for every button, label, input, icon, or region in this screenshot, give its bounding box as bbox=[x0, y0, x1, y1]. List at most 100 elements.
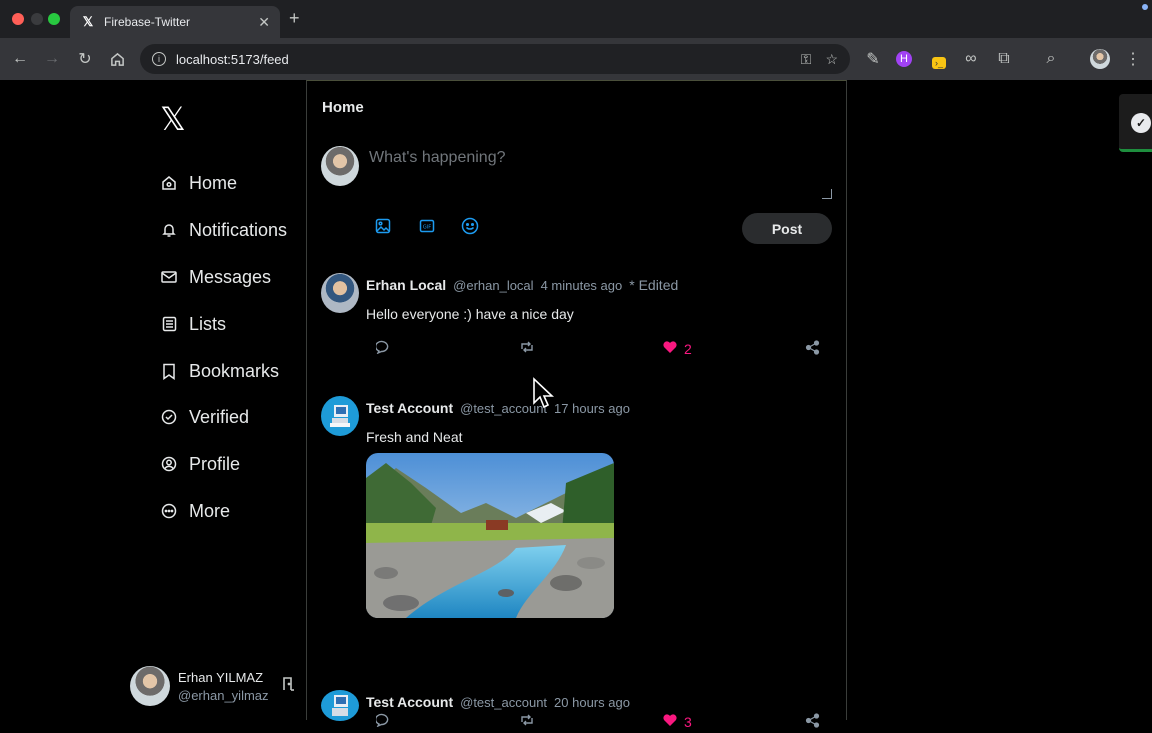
retweet-icon[interactable] bbox=[519, 713, 535, 727]
tweet-image[interactable] bbox=[366, 453, 614, 618]
tweet-header: Test Account @test_account 20 hours ago bbox=[366, 694, 637, 710]
home-icon bbox=[160, 174, 178, 192]
sidebar-item-label: More bbox=[189, 500, 231, 521]
like-button[interactable]: 3 bbox=[662, 713, 692, 730]
tweet-time: 20 hours ago bbox=[554, 695, 630, 710]
browser-tab[interactable]: 𝕏 Firebase-Twitter ✕ bbox=[70, 6, 280, 38]
sidebar-item-profile[interactable]: Profile bbox=[160, 449, 240, 479]
password-key-icon[interactable]: ⚿ bbox=[801, 51, 812, 68]
browser-menu-icon[interactable]: ⋮ bbox=[1122, 48, 1144, 70]
sidebar-item-more[interactable]: More bbox=[160, 496, 230, 526]
sidebar-item-label: Home bbox=[189, 172, 238, 193]
tweet-author-name[interactable]: Erhan Local bbox=[366, 277, 446, 293]
post-button[interactable]: Post bbox=[742, 213, 832, 244]
page-title: Home bbox=[322, 99, 364, 116]
list-icon bbox=[160, 315, 178, 333]
mail-icon bbox=[160, 268, 178, 286]
tweet-text: Fresh and Neat bbox=[366, 429, 463, 445]
avatar bbox=[321, 396, 359, 436]
browser-profile-avatar[interactable] bbox=[1090, 49, 1110, 69]
svg-text:GIF: GIF bbox=[423, 225, 431, 231]
reload-icon[interactable]: ↻ bbox=[74, 48, 96, 70]
like-count: 2 bbox=[684, 340, 692, 357]
avatar bbox=[321, 146, 359, 186]
extension-side-widget[interactable]: ✓ bbox=[1119, 94, 1152, 152]
tab-title: Firebase-Twitter bbox=[104, 15, 191, 29]
tweet-author-handle[interactable]: @test_account bbox=[460, 695, 547, 710]
avatar bbox=[130, 666, 170, 706]
reply-icon[interactable] bbox=[376, 713, 392, 727]
extension-purple-icon[interactable]: H bbox=[896, 51, 912, 67]
logout-icon[interactable] bbox=[281, 676, 297, 697]
tweet-header: Test Account @test_account 17 hours ago bbox=[366, 400, 637, 416]
sidebar-item-label: Messages bbox=[189, 266, 272, 287]
browser-tab-bar: 𝕏 Firebase-Twitter ✕ + bbox=[0, 0, 1152, 38]
window-maximize-button[interactable] bbox=[48, 13, 60, 25]
extension-glasses-icon[interactable]: ∞ bbox=[960, 48, 982, 70]
window-minimize-button[interactable] bbox=[31, 13, 43, 25]
retweet-icon[interactable] bbox=[519, 340, 535, 354]
profile-icon bbox=[160, 455, 178, 473]
image-icon[interactable] bbox=[374, 217, 392, 235]
profile-indicator-dot bbox=[1142, 4, 1148, 10]
tweet-header: Erhan Local @erhan_local 4 minutes ago *… bbox=[366, 277, 678, 293]
like-count: 3 bbox=[684, 713, 692, 730]
sidebar-item-label: Verified bbox=[189, 406, 250, 427]
avatar bbox=[321, 273, 359, 313]
emoji-icon[interactable] bbox=[461, 217, 479, 235]
more-icon bbox=[160, 502, 178, 520]
tab-search-icon[interactable]: ⌕ bbox=[1040, 48, 1062, 70]
tweet-author-handle[interactable]: @erhan_local bbox=[453, 278, 533, 293]
sidebar-item-messages[interactable]: Messages bbox=[160, 262, 271, 292]
sidebar-item-lists[interactable]: Lists bbox=[160, 309, 226, 339]
forward-icon[interactable]: → bbox=[41, 48, 63, 70]
address-url: localhost:5173/feed bbox=[176, 51, 289, 67]
check-icon: ✓ bbox=[1131, 113, 1151, 133]
tweet-time: 4 minutes ago bbox=[540, 278, 623, 293]
textarea-resize-handle[interactable] bbox=[822, 189, 832, 199]
browser-toolbar: ← → ↻ i localhost:5173/feed ⚿ ☆ ✎ H ›_ ∞… bbox=[0, 38, 1152, 80]
home-browser-icon[interactable] bbox=[106, 48, 128, 70]
tab-close-icon[interactable]: ✕ bbox=[258, 14, 270, 31]
extension-yellow-icon[interactable]: ›_ bbox=[928, 52, 950, 74]
tweet-author-name[interactable]: Test Account bbox=[366, 694, 453, 710]
tweet-edited-label: * Edited bbox=[629, 277, 679, 293]
current-user-card[interactable]: Erhan YILMAZ @erhan_yilmaz bbox=[130, 665, 305, 707]
compose-input[interactable]: What's happening? bbox=[369, 149, 833, 201]
heart-icon bbox=[662, 340, 678, 357]
bookmark-icon bbox=[160, 362, 178, 380]
verified-icon bbox=[160, 408, 178, 426]
tweet-actions: 2 bbox=[366, 340, 828, 360]
share-icon[interactable] bbox=[805, 340, 820, 355]
extensions-puzzle-icon[interactable]: ⧉ bbox=[993, 48, 1015, 70]
avatar bbox=[321, 690, 359, 721]
current-user-name: Erhan YILMAZ bbox=[178, 669, 264, 685]
sidebar-item-label: Profile bbox=[189, 453, 241, 474]
window-close-button[interactable] bbox=[12, 13, 24, 25]
current-user-handle: @erhan_yilmaz bbox=[178, 687, 269, 703]
sidebar: 𝕏 Home Notifications Messages Lists Book… bbox=[130, 80, 305, 720]
sidebar-item-bookmarks[interactable]: Bookmarks bbox=[160, 356, 279, 386]
new-tab-icon[interactable]: + bbox=[289, 8, 300, 29]
heart-icon bbox=[662, 713, 678, 730]
sidebar-item-label: Lists bbox=[189, 313, 227, 334]
like-button[interactable]: 2 bbox=[662, 340, 692, 357]
bell-icon bbox=[160, 221, 178, 239]
reply-icon[interactable] bbox=[376, 340, 392, 354]
x-favicon-icon: 𝕏 bbox=[82, 14, 94, 29]
back-icon[interactable]: ← bbox=[9, 48, 31, 70]
sidebar-item-notifications[interactable]: Notifications bbox=[160, 215, 287, 245]
x-logo-icon[interactable]: 𝕏 bbox=[160, 103, 190, 135]
sidebar-item-verified[interactable]: Verified bbox=[160, 402, 249, 432]
gif-icon[interactable]: GIF bbox=[418, 217, 436, 235]
site-info-icon[interactable]: i bbox=[152, 52, 166, 66]
app-page: 𝕏 Home Notifications Messages Lists Book… bbox=[0, 80, 1152, 730]
tweet-author-name[interactable]: Test Account bbox=[366, 400, 453, 416]
mouse-cursor-icon bbox=[533, 377, 554, 409]
feed-column: Home What's happening? GIF Post Erhan Lo… bbox=[306, 80, 847, 730]
address-bar[interactable]: i localhost:5173/feed ⚿ ☆ bbox=[140, 44, 850, 74]
share-icon[interactable] bbox=[805, 713, 820, 728]
bookmark-star-icon[interactable]: ☆ bbox=[825, 51, 838, 68]
sidebar-item-home[interactable]: Home bbox=[160, 168, 237, 198]
eyedropper-icon[interactable]: ✎ bbox=[862, 48, 884, 70]
